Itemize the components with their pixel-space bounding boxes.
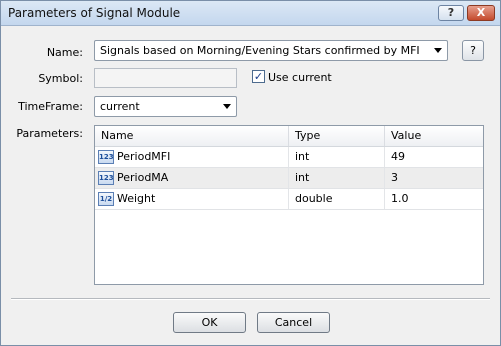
chevron-down-icon [223,104,231,109]
column-header-value[interactable]: Value [385,126,483,146]
param-name-cell: 123 PeriodMFI [95,147,289,167]
param-value[interactable]: 3 [385,168,483,188]
cancel-button[interactable]: Cancel [257,312,330,333]
param-name-cell: 123 PeriodMA [95,168,289,188]
ok-button[interactable]: OK [173,312,246,333]
param-value[interactable]: 1.0 [385,189,483,209]
title-help-button[interactable]: ? [438,5,464,21]
param-type: int [289,168,385,188]
integer-param-icon: 123 [98,171,114,185]
name-help-button[interactable]: ? [462,40,484,61]
column-header-name[interactable]: Name [95,126,289,146]
timeframe-label: TimeFrame: [18,100,83,113]
grid-header: Name Type Value [95,126,483,147]
parameters-label: Parameters: [16,127,83,140]
double-param-icon: 1/2 [98,192,114,206]
timeframe-select[interactable]: current [94,96,237,117]
column-header-type[interactable]: Type [289,126,385,146]
symbol-label: Symbol: [38,72,83,85]
param-name: PeriodMA [117,171,169,184]
use-current-label[interactable]: Use current [268,71,332,84]
checkmark-icon: ✓ [253,70,264,83]
table-row[interactable]: 123 PeriodMA int 3 [95,168,483,189]
parameters-grid[interactable]: Name Type Value 123 PeriodMFI int 49 123… [94,125,484,285]
name-select[interactable]: Signals based on Morning/Evening Stars c… [94,40,448,61]
window-title: Parameters of Signal Module [8,6,181,20]
name-select-value: Signals based on Morning/Evening Stars c… [100,44,420,57]
symbol-input[interactable] [94,68,237,88]
table-row[interactable]: 1/2 Weight double 1.0 [95,189,483,210]
param-name: Weight [117,192,156,205]
integer-param-icon: 123 [98,150,114,164]
name-label: Name: [46,46,83,59]
signal-module-dialog: Parameters of Signal Module ? X Name: Si… [0,0,501,346]
title-bar: Parameters of Signal Module ? X [1,1,500,26]
chevron-down-icon [434,48,442,53]
param-name-cell: 1/2 Weight [95,189,289,209]
table-row[interactable]: 123 PeriodMFI int 49 [95,147,483,168]
footer-divider [11,298,490,300]
param-type: int [289,147,385,167]
param-value[interactable]: 49 [385,147,483,167]
close-button[interactable]: X [467,5,495,21]
use-current-checkbox[interactable]: ✓ [252,70,265,83]
timeframe-select-value: current [100,100,140,113]
param-type: double [289,189,385,209]
param-name: PeriodMFI [117,150,171,163]
